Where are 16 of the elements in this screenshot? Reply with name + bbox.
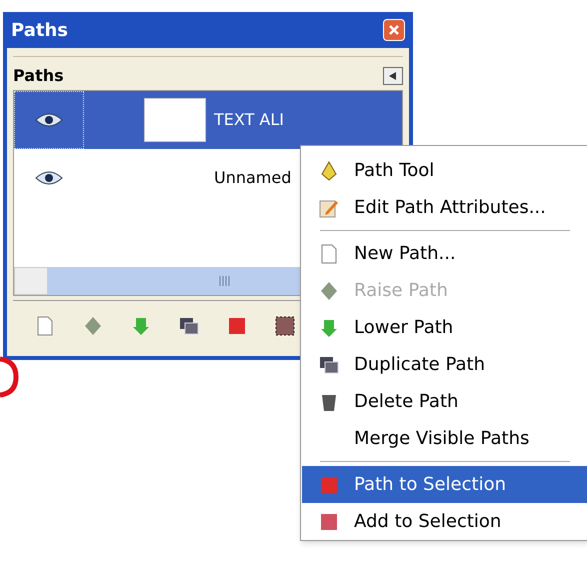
checker-square-icon <box>274 314 296 336</box>
triangle-left-icon <box>389 72 397 80</box>
path-name: Unnamed <box>214 167 292 189</box>
panel-menu-button[interactable] <box>383 66 403 84</box>
panel-title: Paths <box>13 64 64 86</box>
annotation-mark <box>0 355 20 399</box>
grip-icon <box>219 276 231 286</box>
window-title: Paths <box>11 18 68 42</box>
close-button[interactable] <box>383 19 405 41</box>
path-row[interactable]: TEXT ALI <box>14 91 402 149</box>
path-name: TEXT ALI <box>214 109 284 131</box>
eye-icon[interactable] <box>35 112 63 128</box>
toolbar-button[interactable] <box>273 314 297 338</box>
close-icon <box>388 24 400 36</box>
menu-item[interactable]: Path to Selection <box>302 466 587 503</box>
eye-icon[interactable] <box>35 170 63 186</box>
